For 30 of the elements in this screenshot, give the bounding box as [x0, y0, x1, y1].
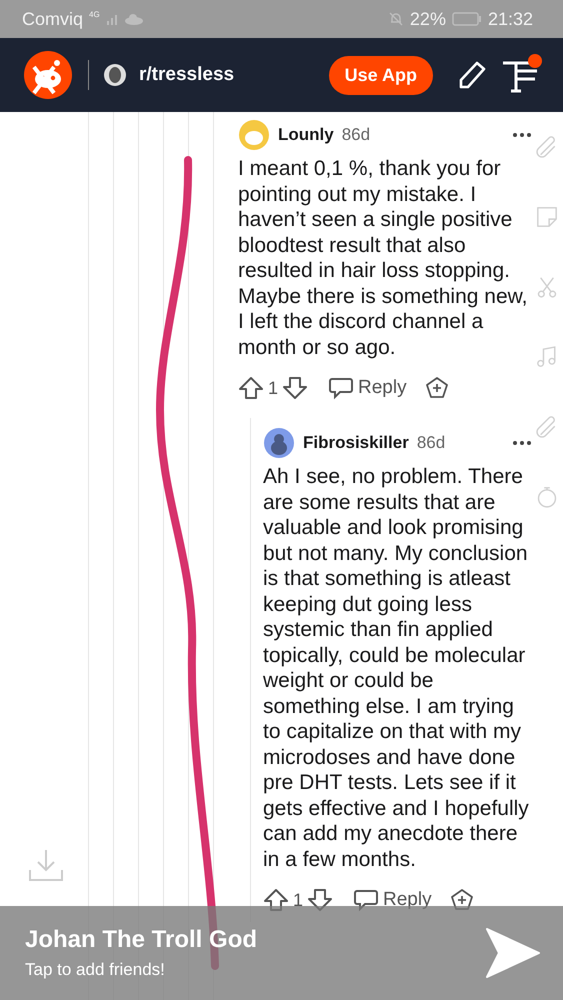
- comment-age: 86d: [342, 125, 370, 145]
- more-options-icon[interactable]: [512, 440, 532, 446]
- friend-name: Johan The Troll God: [25, 926, 258, 954]
- user-avatar[interactable]: [263, 427, 295, 459]
- carrier-name: Comviq: [22, 8, 84, 30]
- network-type: 4G: [89, 10, 100, 19]
- speech-bubble-icon: [328, 376, 354, 400]
- more-options-icon[interactable]: [512, 132, 532, 138]
- downvote-icon[interactable]: [282, 376, 308, 400]
- comment-text: I meant 0,1 %, thank you for pointing out my mistake. I haven’t seen a single positive bloodtest result that also resulted in hair loss stopping. Maybe there is something new, I left the discord channel a month or so ago.: [238, 156, 528, 360]
- username[interactable]: Lounly: [278, 125, 334, 145]
- cloud-icon: [124, 13, 144, 25]
- battery-percent: 22%: [410, 8, 446, 30]
- subreddit-avatar-icon: [103, 63, 127, 87]
- clock-time: 21:32: [488, 8, 533, 30]
- signal-icon: [106, 13, 118, 25]
- upvote-icon[interactable]: [238, 376, 264, 400]
- comment-age: 86d: [416, 433, 446, 453]
- reply-button[interactable]: Reply: [328, 376, 407, 400]
- award-icon[interactable]: [424, 376, 449, 400]
- send-arrow-icon[interactable]: [485, 927, 541, 979]
- mute-icon: [388, 11, 404, 27]
- username[interactable]: Fibrosiskiller: [303, 433, 409, 453]
- pencil-icon[interactable]: [457, 59, 487, 91]
- vote-count: 1: [268, 378, 278, 398]
- subreddit-name[interactable]: r/tressless: [139, 64, 234, 86]
- add-friends-hint: Tap to add friends!: [25, 960, 166, 980]
- reddit-logo-icon[interactable]: [24, 51, 72, 99]
- battery-icon: [452, 12, 482, 26]
- comment-text: Ah I see, no problem. There are some results that are valuable and look promising but not many. My conclusion is that something is atleast keeping dut going less systemic than fin applied topically, could be molecular weight or could be something else. I am trying to capitalize on that with my microdoses and have done pre DHT tests. Lets see if it gets effective and I hopefully can add my anecdote there in a few months.: [263, 464, 530, 872]
